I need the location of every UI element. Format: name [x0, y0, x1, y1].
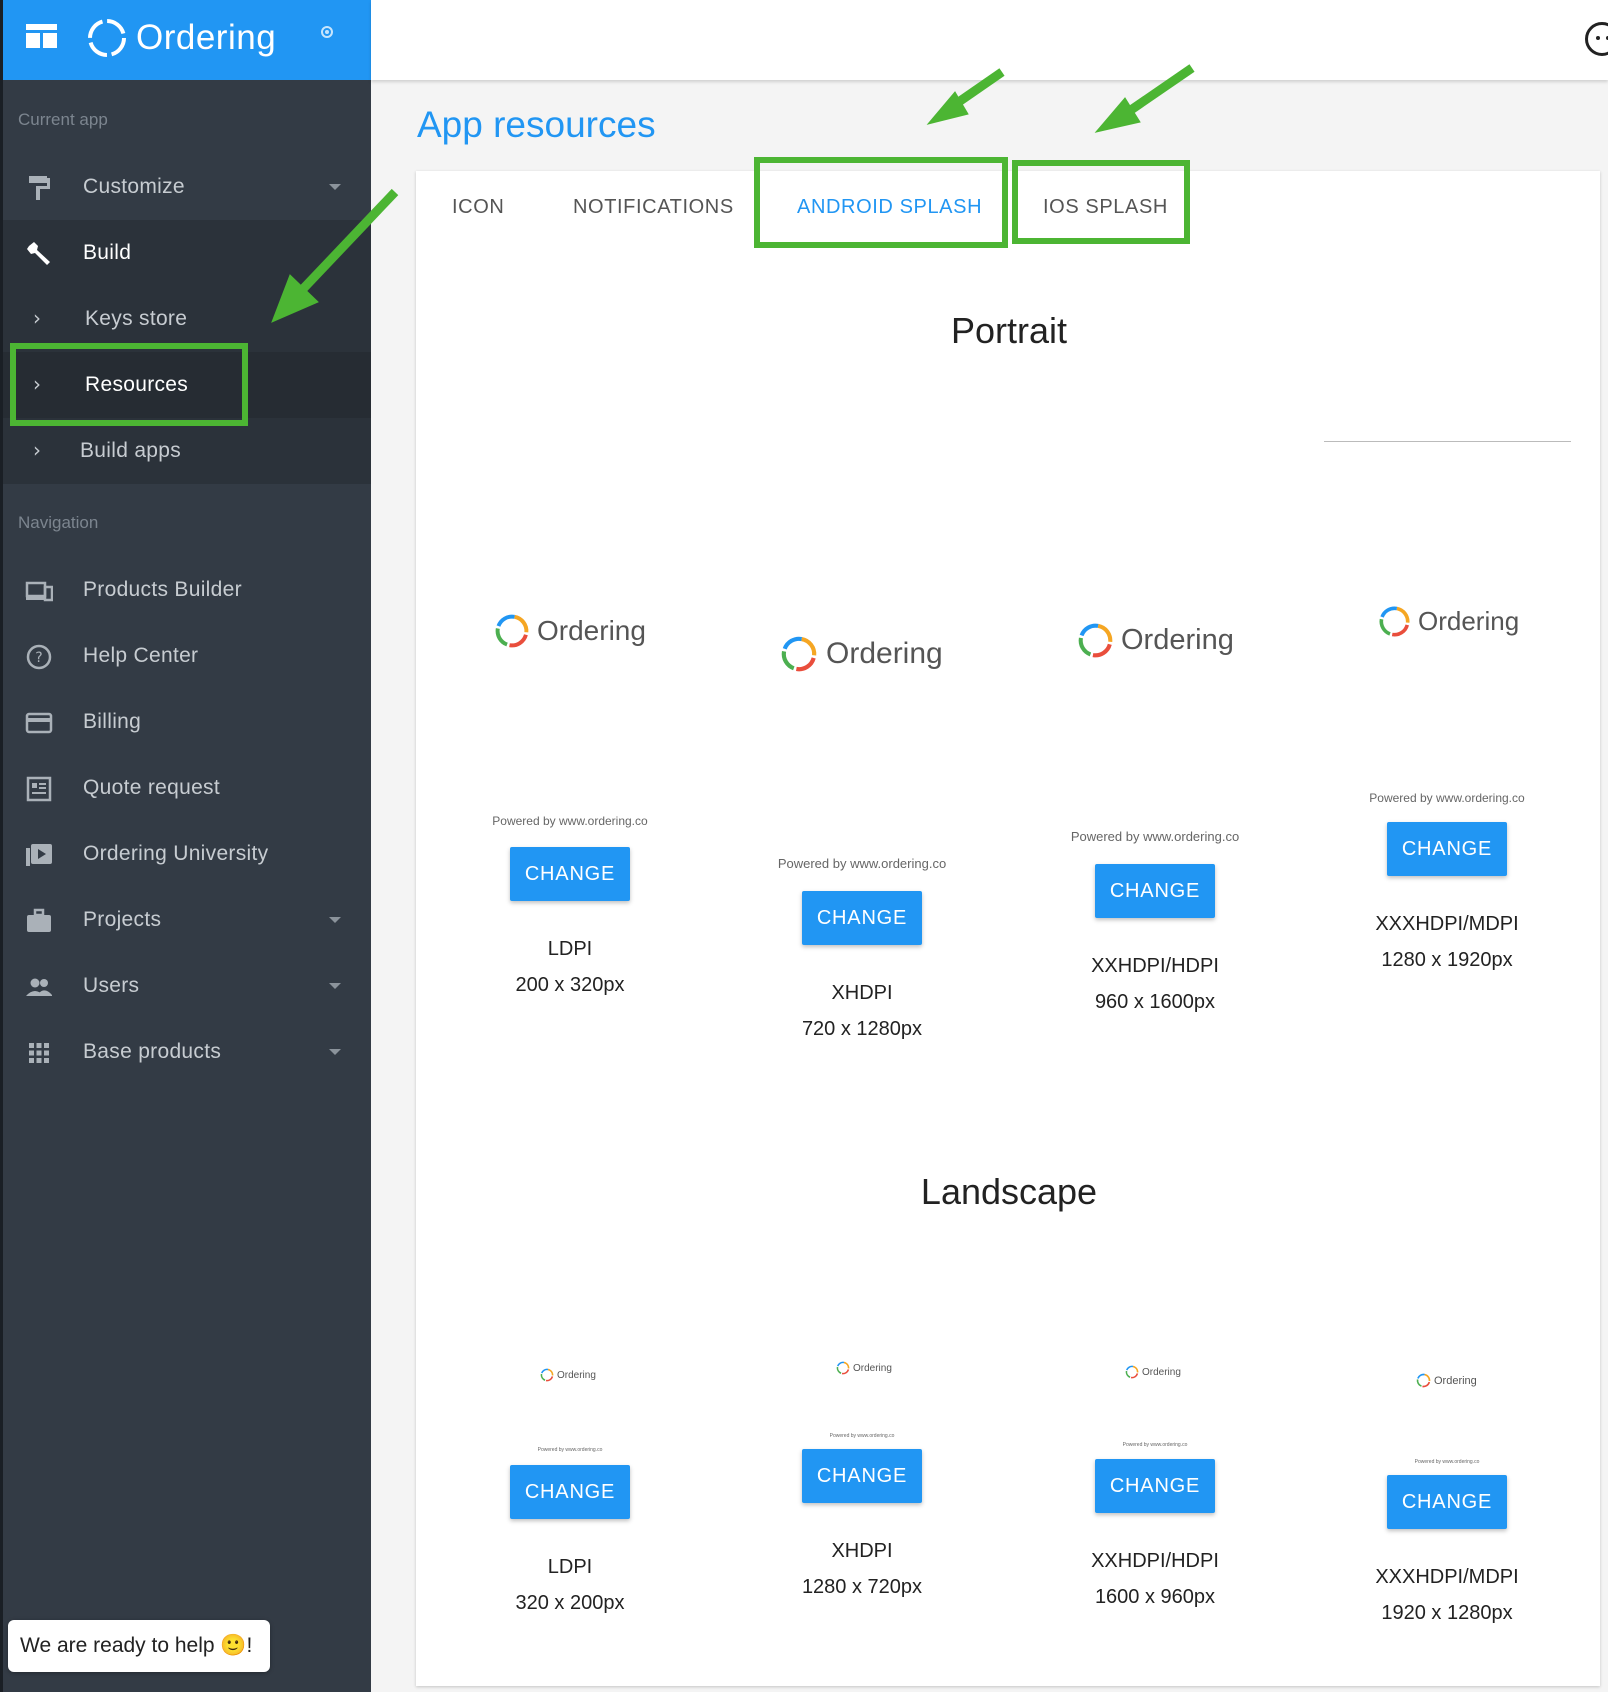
annotation-arrows [271, 64, 1195, 323]
arrow-line [298, 188, 399, 294]
arrow-line [1125, 64, 1195, 116]
